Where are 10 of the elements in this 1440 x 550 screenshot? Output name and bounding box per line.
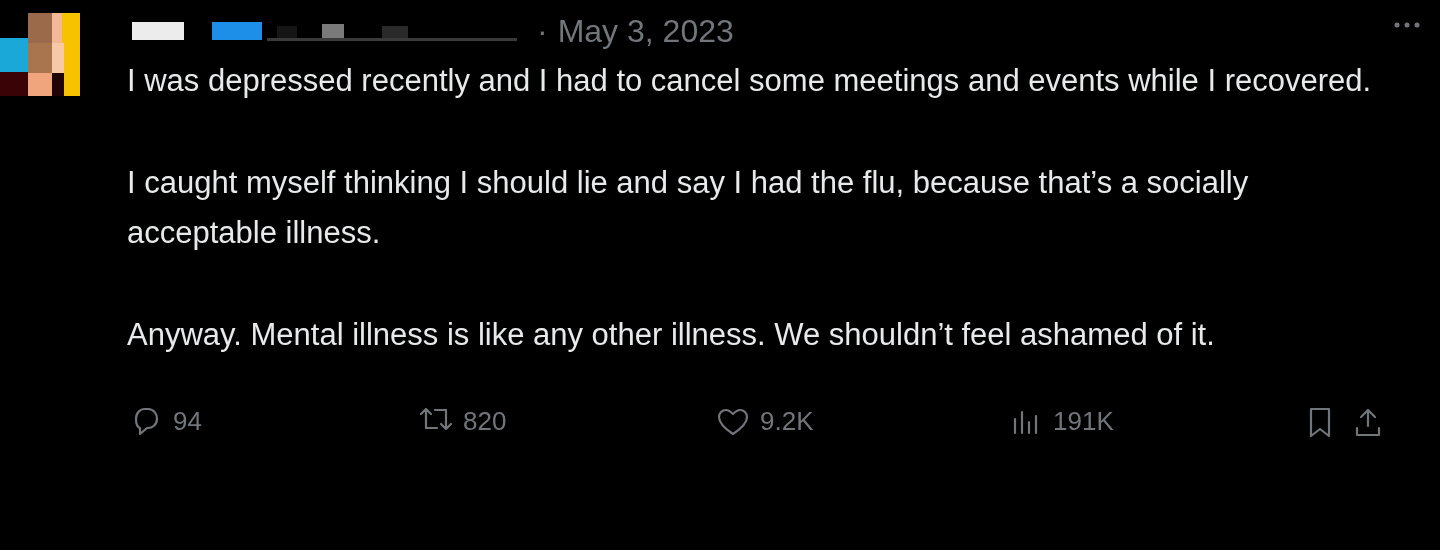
post-paragraph: I caught myself thinking I should lie and say I had the flu, because that’s a socially acceptable illness.	[127, 164, 1250, 252]
views-count: 191K	[1053, 405, 1114, 438]
like-count: 9.2K	[760, 405, 814, 438]
post-paragraph: I was depressed recently and I had to cancel some meetings and events while I recovered.	[127, 62, 1373, 100]
more-icon[interactable]	[1394, 21, 1420, 29]
reply-count: 94	[173, 405, 202, 438]
post-paragraph: Anyway. Mental illness is like any other illness. We shouldn’t feel ashamed of it.	[127, 316, 1216, 354]
post-date[interactable]: May 3, 2023	[557, 7, 734, 55]
separator-dot: ·	[537, 12, 548, 51]
repost-count: 820	[463, 405, 507, 438]
